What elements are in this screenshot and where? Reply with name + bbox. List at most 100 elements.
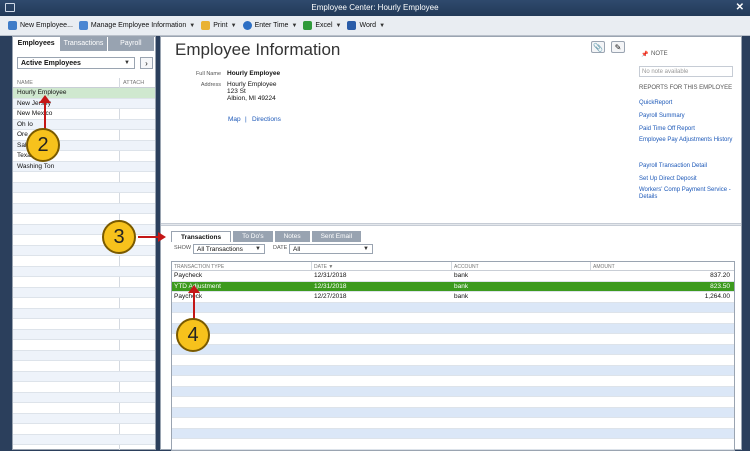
note-title: NOTE [651, 51, 668, 57]
callout-arrow-4 [193, 291, 195, 319]
excel-button[interactable]: Excel ▼ [303, 21, 341, 30]
empty-row [172, 334, 734, 345]
sidebar-tabs: Employees Transactions Payroll [13, 37, 155, 51]
list-item[interactable]: New Mexico [13, 109, 155, 120]
window-title: Employee Center: Hourly Employee [311, 3, 439, 12]
empty-row [13, 340, 155, 351]
excel-icon [303, 21, 313, 30]
splitter[interactable] [161, 223, 741, 226]
new-employee-button[interactable]: New Employee... [8, 21, 73, 30]
cell-date: 12/31/2018 [314, 282, 347, 290]
empty-row [172, 407, 734, 418]
chevron-down-icon: ▼ [255, 246, 261, 252]
callout-arrow-3 [138, 236, 160, 238]
print-icon [201, 21, 211, 30]
column-header-type[interactable]: TRANSACTION TYPE [174, 264, 224, 270]
cell-account: bank [454, 282, 469, 290]
callout-badge-2: 2 [26, 128, 60, 162]
new-employee-icon [8, 21, 17, 30]
empty-row [172, 344, 734, 355]
chevron-down-icon: ▼ [291, 22, 298, 29]
table-row[interactable]: Paycheck 12/31/2018 bank 837.20 [172, 271, 734, 282]
column-header-date[interactable]: DATE ▼ [314, 264, 333, 270]
empty-row [13, 434, 155, 445]
tab-employees[interactable]: Employees [13, 37, 61, 51]
empty-row [13, 371, 155, 382]
word-icon [347, 21, 357, 30]
report-link-workers-comp[interactable]: Workers' Comp Payment Service - Details [639, 187, 734, 201]
tab-sent-email[interactable]: Sent Email [311, 231, 362, 242]
chevron-down-icon: ▼ [189, 22, 196, 29]
full-name-value: Hourly Employee [227, 70, 281, 77]
employee-info-panel: Employee Information 📎 ✎ Full Name Hourl… [160, 36, 742, 451]
word-button[interactable]: Word ▼ [347, 21, 385, 30]
cell-amount: 1,264.00 [704, 293, 730, 300]
list-item[interactable]: New Jersey [13, 98, 155, 109]
list-item[interactable]: Oh Io [13, 119, 155, 130]
report-link-quickreport[interactable]: QuickReport [639, 100, 734, 107]
tab-transactions[interactable]: Transactions [60, 37, 108, 51]
empty-row [13, 319, 155, 330]
employee-filter-select[interactable]: Active Employees ▼ [17, 57, 135, 69]
attach-icon[interactable]: 📎 [591, 41, 605, 53]
empty-row [172, 386, 734, 397]
tab-transactions[interactable]: Transactions [171, 231, 232, 242]
report-link-transaction-detail[interactable]: Payroll Transaction Detail [639, 163, 734, 170]
window-icon[interactable] [5, 3, 15, 12]
report-link-paid-time-off[interactable]: Paid Time Off Report [639, 126, 734, 133]
enter-time-button[interactable]: Enter Time ▼ [242, 21, 298, 30]
column-header-amount[interactable]: AMOUNT [593, 264, 615, 270]
cell-date: 12/27/2018 [314, 293, 347, 300]
cell-amount: 823.50 [710, 282, 730, 290]
report-link-direct-deposit[interactable]: Set Up Direct Deposit [639, 176, 734, 183]
column-header-account[interactable]: ACCOUNT [454, 264, 479, 270]
cell-amount: 837.20 [710, 272, 730, 279]
directions-link[interactable]: Directions [252, 116, 281, 124]
table-header: TRANSACTION TYPE DATE ▼ ACCOUNT AMOUNT [172, 262, 734, 271]
cell-account: bank [454, 293, 469, 300]
collapse-panel-button[interactable]: › [140, 57, 153, 69]
table-row[interactable]: YTD Adjustment 12/31/2018 bank 823.50 [172, 281, 734, 292]
chevron-down-icon: ▼ [379, 22, 386, 29]
list-item[interactable]: Hourly Employee [13, 88, 155, 99]
column-header-attach[interactable]: ATTACH [123, 80, 144, 86]
callout-badge-3: 3 [102, 220, 136, 254]
column-header-name[interactable]: NAME [17, 80, 33, 86]
date-label: DATE [273, 245, 288, 251]
cell-date: 12/31/2018 [314, 272, 347, 279]
manage-employee-info-button[interactable]: Manage Employee Information ▼ [78, 21, 196, 30]
empty-row [13, 413, 155, 424]
chevron-down-icon: ▼ [363, 246, 369, 252]
date-filter-select[interactable]: All ▼ [289, 244, 373, 254]
title-bar: Employee Center: Hourly Employee ✕ [0, 0, 750, 16]
clock-icon [242, 21, 252, 30]
empty-row [13, 182, 155, 193]
empty-row [172, 418, 734, 429]
edit-icon[interactable]: ✎ [611, 41, 625, 53]
empty-row [172, 355, 734, 366]
empty-row [13, 245, 155, 256]
tab-notes[interactable]: Notes [274, 231, 310, 242]
print-button[interactable]: Print ▼ [201, 21, 237, 30]
map-link[interactable]: Map [228, 116, 241, 124]
empty-row [13, 329, 155, 340]
tab-payroll[interactable]: Payroll [107, 37, 155, 51]
arrowhead-icon [188, 285, 200, 293]
close-icon[interactable]: ✕ [736, 0, 744, 16]
show-label: SHOW [174, 245, 192, 251]
show-filter-select[interactable]: All Transactions ▼ [193, 244, 265, 254]
empty-row [13, 424, 155, 435]
report-link-pay-adjustments[interactable]: Employee Pay Adjustments History [639, 137, 734, 144]
tab-todos[interactable]: To Do's [233, 231, 273, 242]
empty-row [13, 277, 155, 288]
empty-row [13, 287, 155, 298]
arrowhead-icon [158, 232, 166, 242]
link-separator: | [245, 116, 247, 123]
note-field[interactable]: No note available [639, 66, 733, 77]
empty-row [172, 397, 734, 408]
list-item[interactable]: Washing Ton [13, 161, 155, 172]
report-link-payroll-summary[interactable]: Payroll Summary [639, 113, 734, 120]
empty-row [13, 403, 155, 414]
table-row[interactable]: Paycheck 12/27/2018 bank 1,264.00 [172, 292, 734, 303]
cell-type: Paycheck [174, 293, 203, 300]
